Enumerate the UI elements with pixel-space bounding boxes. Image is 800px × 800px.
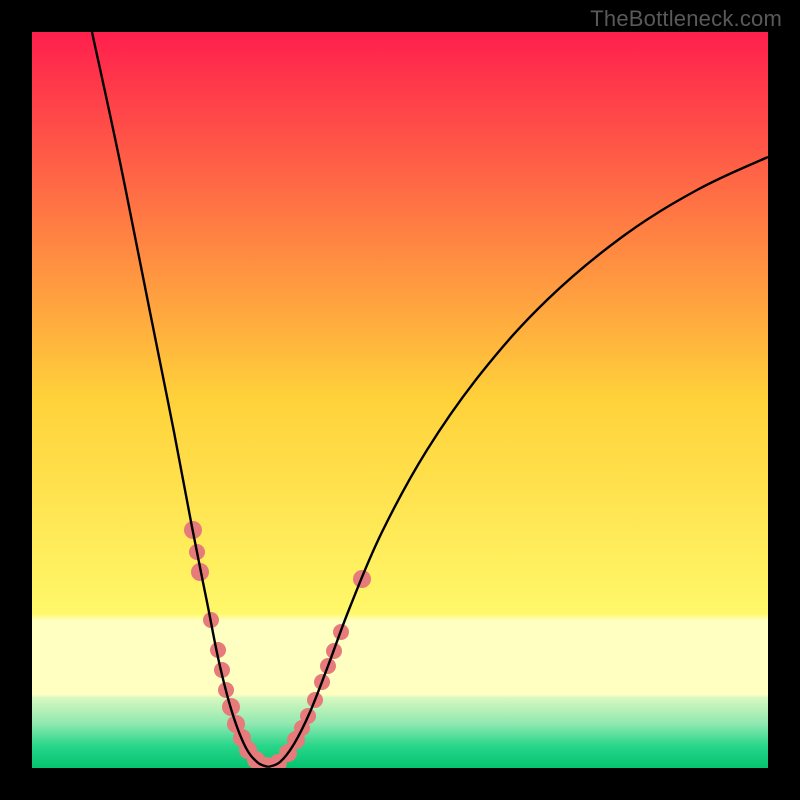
- markers: [184, 521, 371, 768]
- left-branch: [92, 32, 268, 767]
- watermark-label: TheBottleneck.com: [590, 6, 782, 32]
- plot-area: [32, 32, 768, 768]
- right-branch: [268, 157, 768, 767]
- curve-layer: [32, 32, 768, 768]
- outer-frame: TheBottleneck.com: [0, 0, 800, 800]
